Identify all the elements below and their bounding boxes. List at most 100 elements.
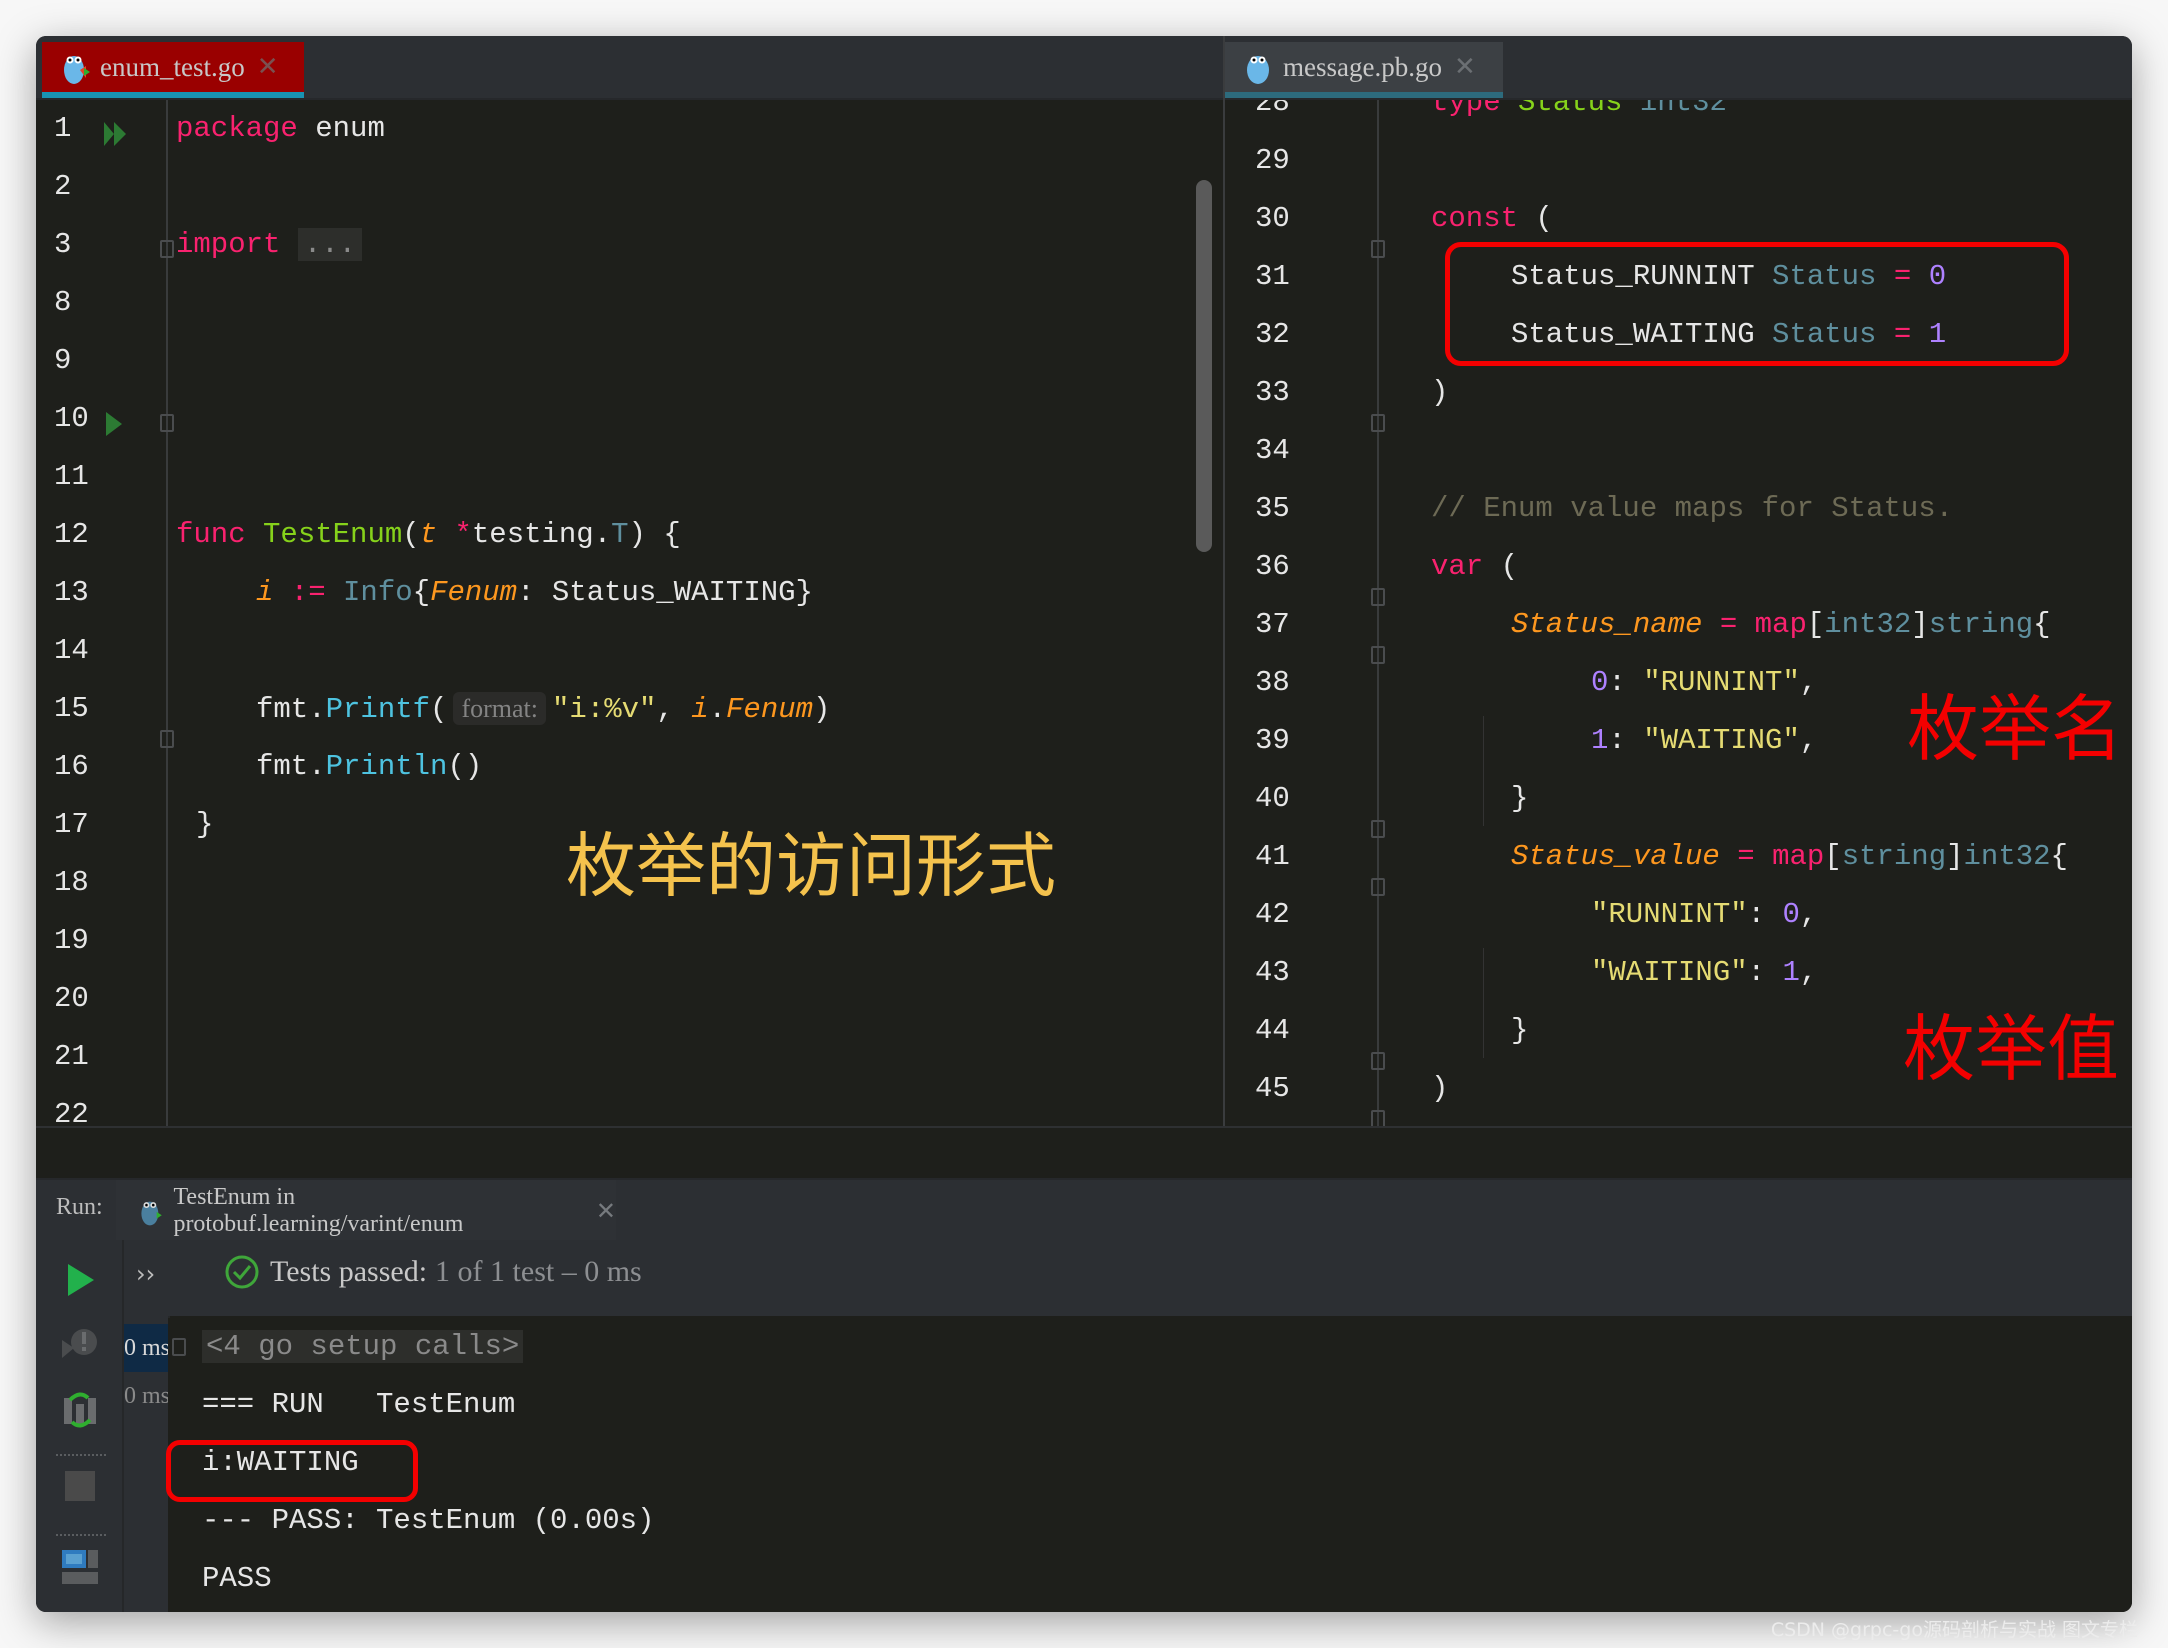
code-line-41: Status_value = map[string]int32{ (1511, 840, 2068, 873)
right-editor[interactable]: 28 29 30 31 32 33 34 35 36 37 38 39 40 41 42 43 44 45 typ… (1225, 100, 2132, 1127)
run-config-tab[interactable]: TestEnum in protobuf.learning/varint/enu… (116, 1180, 616, 1242)
line-number: 16 (54, 750, 89, 783)
code-line-45: ) (1431, 1072, 1449, 1105)
test-status-bar: ›› Tests passed: 1 of 1 test – 0 ms (124, 1240, 2132, 1318)
line-number: 37 (1255, 608, 1290, 641)
fold-collapse-icon[interactable] (1371, 820, 1385, 838)
line-number: 28 (1255, 100, 1290, 119)
fold-collapse-icon[interactable] (1371, 1110, 1385, 1127)
fold-collapse-icon[interactable] (160, 730, 174, 748)
line-number: 17 (54, 808, 89, 841)
toolbar-separator (56, 1534, 106, 1536)
tab-enum-test-go[interactable]: enum_test.go ✕ (42, 42, 304, 98)
line-number: 3 (54, 228, 72, 261)
tab-filename: enum_test.go (100, 51, 245, 82)
line-number: 36 (1255, 550, 1290, 583)
code-line-42: "RUNNINT": 0, (1591, 898, 1818, 931)
fold-collapse-icon[interactable] (1371, 1052, 1385, 1070)
tree-item-time[interactable]: 0 ms (124, 1324, 168, 1372)
annotation-enum-names: 枚举名 (1907, 687, 2124, 771)
code-line-40: } (1511, 782, 1529, 815)
highlight-box-constants (1445, 242, 2069, 366)
code-line-37: Status_name = map[int32]string{ (1511, 608, 2051, 641)
line-number: 12 (54, 518, 89, 551)
fold-collapse-icon[interactable] (160, 414, 174, 432)
run-all-tests-icon[interactable] (104, 120, 130, 148)
line-number: 43 (1255, 956, 1290, 989)
line-number: 8 (54, 286, 72, 319)
expand-toolbar-icon[interactable]: ›› (136, 1260, 155, 1288)
rerun-failed-icon[interactable] (60, 1326, 100, 1366)
toggle-auto-test-icon[interactable] (60, 1390, 100, 1430)
line-number: 9 (54, 344, 72, 377)
console-line: === RUN TestEnum (202, 1388, 516, 1421)
parameter-hint: format: (453, 692, 546, 725)
close-icon[interactable]: ✕ (596, 1197, 616, 1225)
line-number: 35 (1255, 492, 1290, 525)
layout-icon[interactable] (60, 1546, 100, 1586)
console-output[interactable]: <4 go setup calls> === RUN TestEnum i:WA… (166, 1316, 2132, 1612)
line-number: 15 (54, 692, 89, 725)
watermark: CSDN @grpc-go源码剖析与实战 图文专栏 (1770, 1619, 2138, 1641)
line-number: 38 (1255, 666, 1290, 699)
line-number: 29 (1255, 144, 1290, 177)
code-line-44: } (1511, 1014, 1529, 1047)
code-line-30: const ( (1431, 202, 1553, 235)
run-test-icon[interactable] (104, 410, 124, 438)
test-tree[interactable]: 0 ms 0 ms (124, 1316, 168, 1612)
line-number: 32 (1255, 318, 1290, 351)
code-line-14: fmt.Println() (256, 750, 483, 783)
console-setup-calls[interactable]: <4 go setup calls> (202, 1318, 524, 1376)
code-line-38: 0: "RUNNINT", (1591, 666, 1818, 699)
rerun-icon[interactable] (60, 1260, 100, 1300)
ide-window: enum_test.go ✕ message.pb.go ✕ 1 2 3 8 9 10 11… (36, 36, 2132, 1612)
fold-collapse-icon[interactable] (1371, 878, 1385, 896)
toolbar-separator (56, 1454, 106, 1456)
tab-message-pb-go[interactable]: message.pb.go ✕ (1225, 42, 1503, 98)
annotation-enum-values: 枚举值 (1903, 1007, 2120, 1091)
close-icon[interactable]: ✕ (1454, 52, 1476, 82)
line-number: 20 (54, 982, 89, 1015)
code-line-1: package enum (176, 112, 385, 145)
line-number: 39 (1255, 724, 1290, 757)
code-line-43: "WAITING": 1, (1591, 956, 1818, 989)
gopher-test-icon (64, 56, 90, 84)
tree-item-time[interactable]: 0 ms (124, 1372, 168, 1420)
run-tab-title: TestEnum in protobuf.learning/varint/enu… (173, 1184, 464, 1237)
stop-icon[interactable] (60, 1466, 100, 1506)
run-tool-window-header: Run: TestEnum in protobuf.learning/varin… (36, 1178, 2132, 1242)
folded-imports[interactable]: ... (297, 228, 363, 261)
pass-check-icon (225, 1255, 259, 1289)
tab-filename: message.pb.go (1283, 51, 1442, 82)
left-editor[interactable]: 1 2 3 8 9 10 11 12 13 14 15 16 17 18 19 20 21 22 package … (36, 100, 1223, 1127)
line-number: 41 (1255, 840, 1290, 873)
code-line-36: var ( (1431, 550, 1519, 583)
code-line-28: type Status int32 (1431, 100, 1727, 119)
line-number: 14 (54, 634, 89, 667)
editor-bottom-area (36, 1126, 2132, 1178)
left-tab-bar: enum_test.go ✕ (36, 36, 1223, 100)
line-number: 21 (54, 1040, 89, 1073)
close-icon[interactable]: ✕ (257, 52, 279, 82)
gopher-test-icon (141, 1201, 162, 1226)
run-label: Run: (56, 1194, 103, 1220)
code-line-15: } (196, 808, 214, 841)
line-number: 42 (1255, 898, 1290, 931)
fold-collapse-icon[interactable] (1371, 414, 1385, 432)
code-line-13: fmt.Printf(format: "i:%v", i.Fenum) (256, 692, 831, 726)
tests-passed-status: Tests passed: 1 of 1 test – 0 ms (224, 1254, 642, 1290)
fold-collapse-icon[interactable] (1371, 646, 1385, 664)
highlight-box-output (166, 1440, 418, 1502)
fold-expand-icon[interactable] (172, 1338, 186, 1356)
line-number: 33 (1255, 376, 1290, 409)
run-toolbar (36, 1240, 124, 1612)
fold-collapse-icon[interactable] (1371, 240, 1385, 258)
fold-expand-icon[interactable] (160, 240, 174, 258)
code-line-11: i := Info{Fenum: Status_WAITING} (256, 576, 813, 609)
line-number: 40 (1255, 782, 1290, 815)
line-number: 2 (54, 170, 72, 203)
line-number: 31 (1255, 260, 1290, 293)
vertical-scrollbar[interactable] (1196, 180, 1212, 552)
fold-collapse-icon[interactable] (1371, 588, 1385, 606)
console-line: PASS (202, 1562, 272, 1595)
